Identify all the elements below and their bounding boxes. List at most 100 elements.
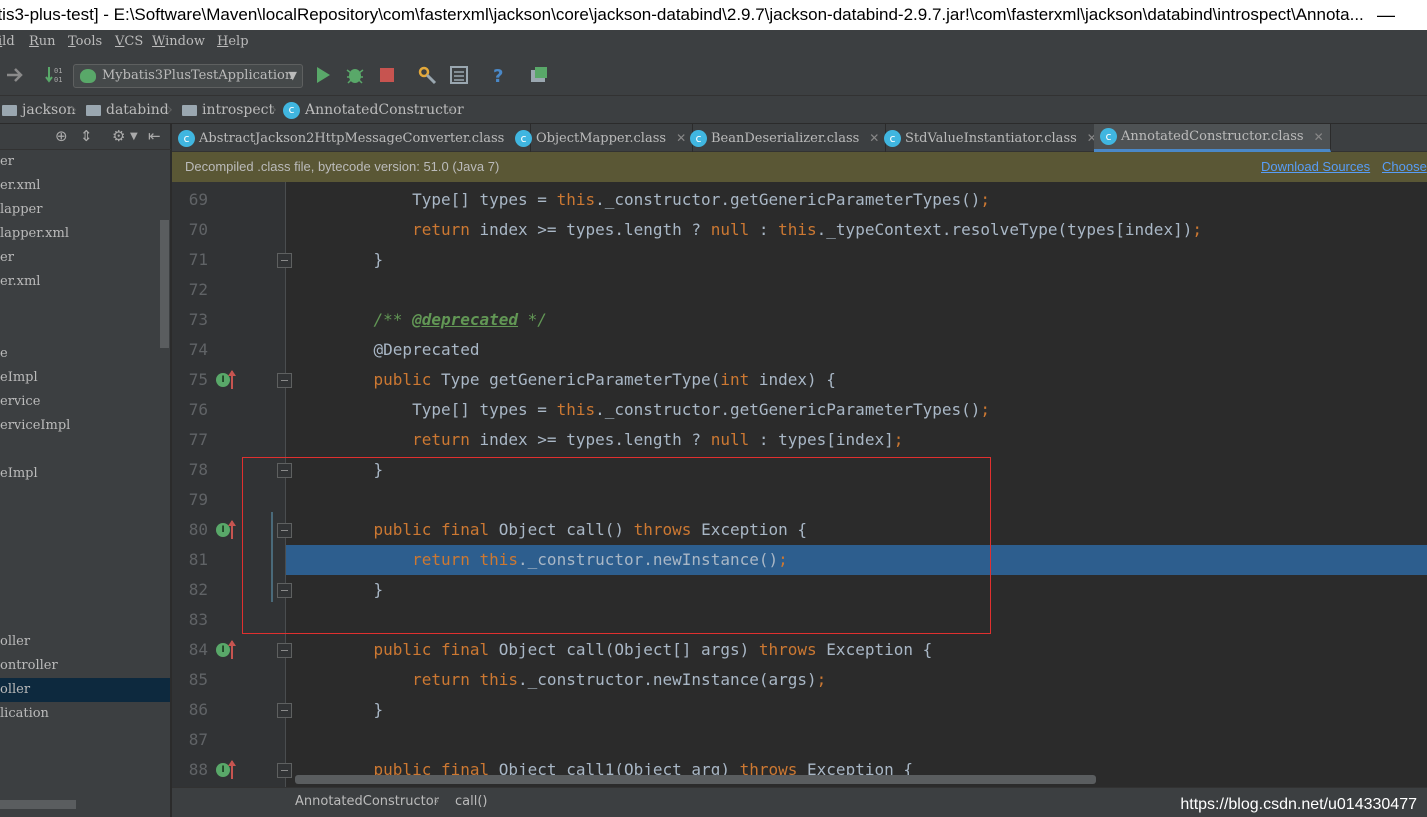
status-class-name[interactable]: AnnotatedConstructor (295, 788, 439, 816)
code-line[interactable] (172, 275, 1427, 305)
target-icon[interactable]: ⊕ (55, 127, 68, 145)
code-token: index) { (758, 370, 836, 389)
code-token: ._constructor.getGenericParameterTypes() (595, 400, 981, 419)
project-scrollbar[interactable] (160, 220, 169, 348)
code-line[interactable]: return this._constructor.newInstance(arg… (172, 665, 1427, 695)
tree-item[interactable]: er.xml (0, 270, 170, 294)
code-line[interactable]: @Deprecated (172, 335, 1427, 365)
stop-icon[interactable] (376, 64, 398, 86)
editor-hscrollbar[interactable] (295, 775, 1096, 784)
code-line[interactable] (172, 485, 1427, 515)
code-token: public (335, 370, 441, 389)
fold-toggle-icon[interactable] (277, 643, 292, 658)
code-line[interactable]: /** @deprecated */ (172, 305, 1427, 335)
tree-item[interactable]: er (0, 150, 170, 174)
code-line[interactable]: } (172, 245, 1427, 275)
breadcrumb-item-introspect[interactable]: introspect (182, 96, 274, 124)
chevron-down-icon[interactable]: ▼ (130, 131, 138, 142)
menu-window[interactable]: Window (152, 30, 205, 54)
breadcrumb-separator: › (447, 99, 455, 120)
svg-text:01: 01 (54, 67, 62, 75)
breadcrumb-separator: › (166, 99, 174, 120)
code-line[interactable]: Type[] types = this._constructor.getGene… (172, 395, 1427, 425)
code-line[interactable]: public Type getGenericParameterType(int … (172, 365, 1427, 395)
current-line[interactable]: return this._constructor.newInstance(); (286, 545, 1427, 575)
sdk-manager-icon[interactable] (528, 64, 550, 86)
code-token: ._constructor.newInstance(args) (518, 670, 817, 689)
code-line[interactable]: } (172, 455, 1427, 485)
close-icon[interactable]: ✕ (1314, 130, 1324, 144)
breadcrumb-item-class[interactable]: c AnnotatedConstructor (283, 96, 464, 124)
code-token: } (335, 250, 384, 269)
gear-icon[interactable]: ⚙ (112, 127, 125, 145)
breadcrumb-item-jackson[interactable]: jackson (2, 96, 76, 124)
project-hscrollbar[interactable] (0, 800, 76, 809)
breadcrumb-item-databind[interactable]: databind (86, 96, 169, 124)
fold-toggle-icon[interactable] (277, 763, 292, 778)
tree-item[interactable]: ervice (0, 390, 170, 414)
code-editor[interactable]: 69 70 71 72 73 74 75 I 76 77 78 79 80 I 81 82 83 84 I 85 86 8… (172, 182, 1427, 787)
code-line[interactable]: Type[] types = this._constructor.getGene… (172, 185, 1427, 215)
tab-stdvalueinstantiator[interactable]: c StdValueInstantiator.class ✕ (878, 124, 1104, 152)
menu-vcs[interactable]: VCS (115, 30, 143, 54)
decompiled-message: Decompiled .class file, bytecode version… (185, 159, 500, 174)
run-config-selector[interactable]: Mybatis3PlusTestApplication ▼ (73, 64, 303, 88)
code-line[interactable]: } (172, 575, 1427, 605)
code-token: Exception { (701, 520, 808, 539)
tree-item[interactable]: lication (0, 702, 170, 726)
tree-item[interactable]: lapper (0, 198, 170, 222)
code-token: ; (980, 190, 991, 209)
menu-build[interactable]: ild (0, 30, 15, 54)
project-structure-icon[interactable] (448, 64, 470, 86)
code-line[interactable]: public final Object call(Object[] args) … (172, 635, 1427, 665)
tree-item[interactable]: erviceImpl (0, 414, 170, 438)
download-sources-link[interactable]: Download Sources (1261, 152, 1370, 182)
code-line[interactable]: return index >= types.length ? null : ty… (172, 425, 1427, 455)
tree-item[interactable]: lapper.xml (0, 222, 170, 246)
project-panel-toolbar: ⊕ ⇕ ⚙ ▼ ⇤ (0, 124, 171, 150)
settings-icon[interactable] (416, 64, 438, 86)
run-icon[interactable] (312, 64, 334, 86)
hide-panel-icon[interactable]: ⇤ (148, 127, 161, 145)
fold-toggle-icon[interactable] (277, 463, 292, 478)
code-token: throws (758, 640, 827, 659)
code-line[interactable]: return index >= types.length ? null : th… (172, 215, 1427, 245)
fold-toggle-icon[interactable] (277, 523, 292, 538)
fold-toggle-icon[interactable] (277, 253, 292, 268)
menu-help[interactable]: Help (217, 30, 249, 54)
code-line[interactable] (172, 605, 1427, 635)
tree-item[interactable]: ontroller (0, 654, 170, 678)
tree-item[interactable]: oller (0, 678, 170, 702)
update-project-icon[interactable]: 0101 (44, 64, 66, 86)
menu-run[interactable]: Run (29, 30, 56, 54)
code-line[interactable]: public final Object call() throws Except… (172, 515, 1427, 545)
fold-toggle-icon[interactable] (277, 583, 292, 598)
tree-item[interactable]: er (0, 246, 170, 270)
tab-objectmapper[interactable]: c ObjectMapper.class ✕ (509, 124, 694, 152)
tree-item[interactable]: oller (0, 630, 170, 654)
minimize-button[interactable]: — (1377, 0, 1395, 30)
folder-icon (182, 104, 197, 116)
code-line[interactable] (172, 725, 1427, 755)
fold-toggle-icon[interactable] (277, 373, 292, 388)
forward-icon[interactable] (4, 64, 26, 86)
tab-abstractjackson2httpmessageconverter[interactable]: c AbstractJackson2HttpMessageConverter.c… (172, 124, 532, 152)
debug-icon[interactable] (344, 64, 366, 86)
chevron-down-icon: ▼ (288, 69, 297, 82)
status-method[interactable]: call() (455, 788, 487, 816)
class-icon: c (1100, 128, 1117, 145)
tree-item[interactable]: eImpl (0, 462, 170, 486)
tree-item[interactable]: e (0, 342, 170, 366)
choose-sources-link[interactable]: Choose (1382, 152, 1427, 182)
code-token: } (335, 460, 384, 479)
code-token: ; (980, 400, 991, 419)
collapse-all-icon[interactable]: ⇕ (80, 127, 93, 145)
tab-beandeserializer[interactable]: c BeanDeserializer.class ✕ (684, 124, 887, 152)
menu-tools[interactable]: Tools (68, 30, 102, 54)
tree-item[interactable]: eImpl (0, 366, 170, 390)
code-line[interactable]: } (172, 695, 1427, 725)
fold-toggle-icon[interactable] (277, 703, 292, 718)
tab-annotatedconstructor[interactable]: c AnnotatedConstructor.class ✕ (1094, 124, 1331, 152)
tree-item[interactable]: er.xml (0, 174, 170, 198)
help-icon[interactable]: ? (488, 64, 510, 86)
